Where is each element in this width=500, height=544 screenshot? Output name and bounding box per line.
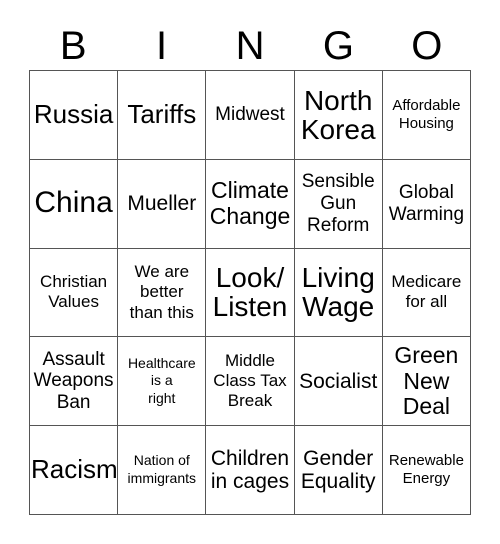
bingo-square-label: Children in cages <box>210 446 290 494</box>
bingo-square-label: Affordable Housing <box>392 96 461 132</box>
bingo-square[interactable]: Healthcare is a right <box>118 337 207 427</box>
bingo-square[interactable]: China <box>30 159 119 249</box>
bingo-square[interactable]: North Korea <box>294 71 383 160</box>
bingo-square[interactable]: Look/ Listen <box>206 248 295 338</box>
bingo-square[interactable]: Nation of immigrants <box>118 426 207 515</box>
bingo-square-label: Medicare for all <box>391 272 462 312</box>
bingo-square-label: Assault Weapons Ban <box>33 348 114 414</box>
bingo-square-label: Nation of immigrants <box>127 452 197 487</box>
bingo-grid: Russia Tariffs Midwest North Korea Affor… <box>29 70 471 515</box>
bingo-square-label: Living Wage <box>301 262 375 323</box>
bingo-square-label: China <box>34 186 113 220</box>
bingo-square[interactable]: Racism <box>30 426 119 515</box>
bingo-square[interactable]: Climate Change <box>206 159 295 249</box>
bingo-square-label: Russia <box>33 99 114 130</box>
bingo-header-letter-i: I <box>156 24 168 68</box>
bingo-card: B I N G O Russia Tariffs Midwest North K… <box>0 0 500 544</box>
bingo-square[interactable]: Medicare for all <box>382 248 471 338</box>
bingo-square-label: Global Warming <box>388 182 465 225</box>
bingo-square[interactable]: Global Warming <box>382 159 471 249</box>
bingo-square[interactable]: Tariffs <box>118 71 207 160</box>
bingo-square[interactable]: Gender Equality <box>294 426 383 515</box>
bingo-square-label: Look/ Listen <box>212 262 288 323</box>
bingo-square-label: Gender Equality <box>300 446 376 494</box>
bingo-square[interactable]: Russia <box>30 71 119 160</box>
bingo-square[interactable]: Renewable Energy <box>382 426 471 515</box>
bingo-square[interactable]: We are better than this <box>118 248 207 338</box>
bingo-header-row: B I N G O <box>29 14 471 68</box>
bingo-square-label: Socialist <box>299 369 378 393</box>
bingo-header-letter-n: N <box>235 24 265 68</box>
bingo-square-label: Middle Class Tax Break <box>213 351 287 411</box>
bingo-header-letter-o: O <box>411 24 443 68</box>
bingo-square[interactable]: Children in cages <box>206 426 295 515</box>
bingo-square-label: North Korea <box>300 84 376 145</box>
bingo-square[interactable]: Socialist <box>294 337 383 427</box>
bingo-square-label: Climate Change <box>209 177 291 229</box>
bingo-square-label: Green New Deal <box>394 342 459 419</box>
bingo-square-label: Healthcare is a right <box>127 354 196 407</box>
bingo-square-label: Tariffs <box>127 99 197 130</box>
bingo-square-label: Midwest <box>215 104 285 126</box>
bingo-header-letter-b: B <box>59 24 87 68</box>
bingo-square[interactable]: Living Wage <box>294 248 383 338</box>
bingo-square-label: Christian Values <box>40 272 108 312</box>
bingo-square[interactable]: Green New Deal <box>382 337 471 427</box>
bingo-header-letter-g: G <box>322 24 354 68</box>
bingo-square[interactable]: Mueller <box>118 159 207 249</box>
bingo-square-label: Mueller <box>127 191 197 215</box>
bingo-square[interactable]: Christian Values <box>30 248 119 338</box>
bingo-square-label: We are better than this <box>129 262 194 322</box>
bingo-square-label: Racism <box>31 454 118 485</box>
bingo-square-label: Renewable Energy <box>388 451 464 488</box>
bingo-square[interactable]: Midwest <box>206 71 295 160</box>
bingo-square[interactable]: Sensible Gun Reform <box>294 159 383 249</box>
bingo-square-label: Sensible Gun Reform <box>301 171 375 236</box>
bingo-square[interactable]: Middle Class Tax Break <box>206 337 295 427</box>
bingo-square[interactable]: Assault Weapons Ban <box>30 337 119 427</box>
bingo-square[interactable]: Affordable Housing <box>382 71 471 160</box>
